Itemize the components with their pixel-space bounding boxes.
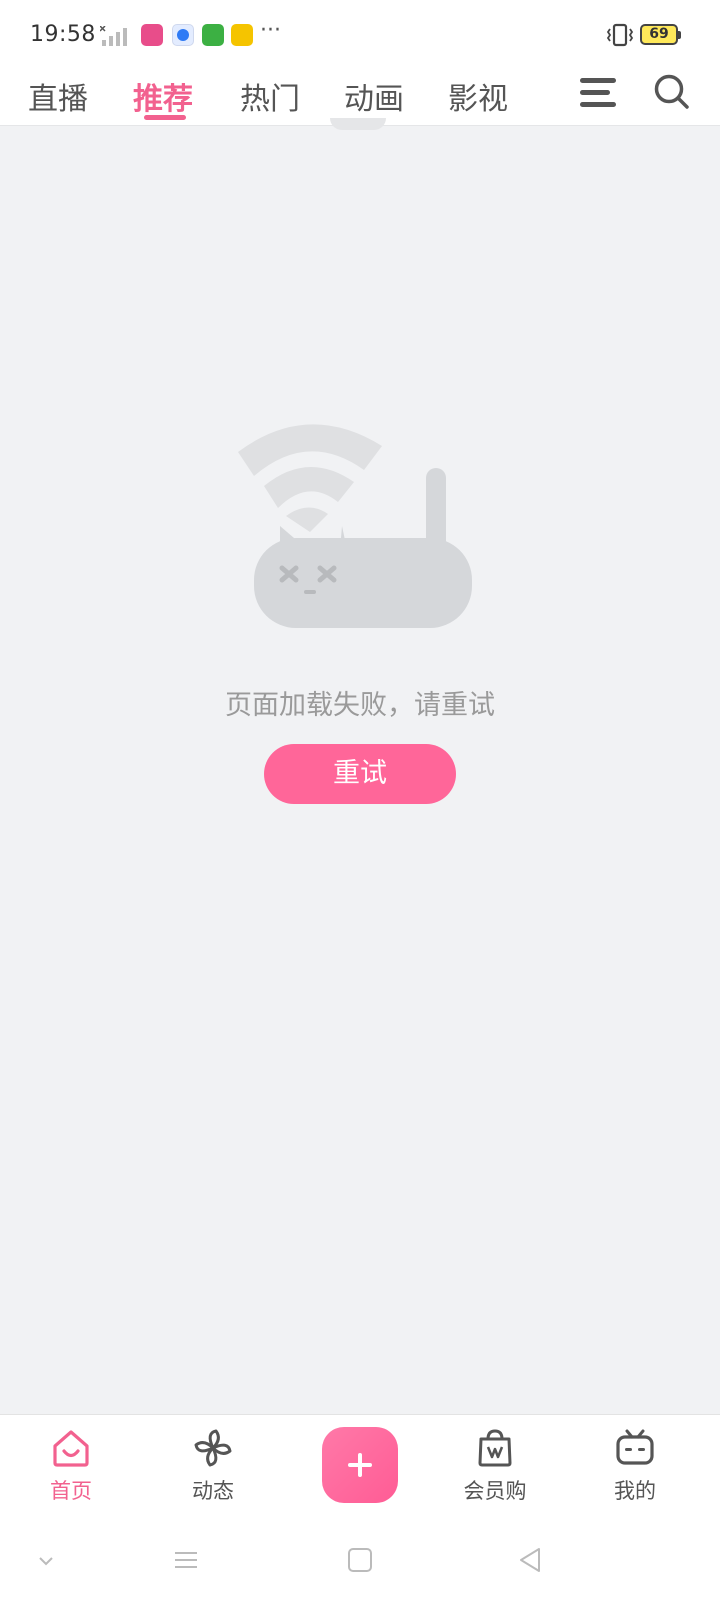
plus-icon-vertical — [358, 1453, 362, 1477]
bottom-tab-home-label: 首页 — [50, 1479, 92, 1503]
home-nav-icon[interactable] — [346, 1546, 374, 1574]
bottom-tab-mine-label: 我的 — [614, 1479, 656, 1503]
bottom-tab-dynamic-label: 动态 — [192, 1479, 234, 1503]
tab-hot[interactable]: 热门 — [240, 74, 300, 118]
shopping-app-icon — [202, 24, 224, 46]
vibrate-icon — [606, 23, 634, 47]
error-message: 页面加载失败，请重试 — [225, 690, 495, 721]
status-bar: 19:58 ··· 69 — [0, 0, 720, 64]
collapse-chevron-icon[interactable] — [32, 1546, 60, 1574]
active-tab-indicator — [144, 115, 186, 120]
shopping-bag-icon — [478, 1429, 512, 1467]
top-tab-bar: 直播 推荐 热门 动画 影视 — [0, 64, 720, 126]
tab-anime[interactable]: 动画 — [344, 74, 404, 118]
bottom-tab-dynamic[interactable]: 动态 — [158, 1415, 268, 1521]
tv-face-icon — [616, 1429, 654, 1465]
recents-menu-icon[interactable] — [172, 1546, 200, 1574]
browser-app-icon — [172, 24, 194, 46]
signal-icon — [100, 26, 127, 46]
bilibili-app-icon — [141, 24, 163, 46]
tab-live[interactable]: 直播 — [28, 74, 88, 118]
bottom-tab-home[interactable]: 首页 — [16, 1415, 126, 1521]
pinwheel-icon — [194, 1429, 232, 1467]
bottom-tab-vip-shop-label: 会员购 — [463, 1479, 527, 1503]
vip-app-icon — [231, 24, 253, 46]
post-button[interactable] — [322, 1427, 398, 1503]
bottom-tab-bar: 首页 动态 会员购 我的 — [0, 1414, 720, 1520]
more-notifications-icon: ··· — [260, 18, 281, 43]
bottom-tab-vip-shop[interactable]: 会员购 — [440, 1415, 550, 1521]
back-nav-icon[interactable] — [516, 1546, 544, 1574]
channel-menu-icon[interactable] — [576, 72, 620, 114]
bottom-tab-mine[interactable]: 我的 — [580, 1415, 690, 1521]
pull-refresh-indicator — [330, 118, 386, 130]
home-icon — [53, 1430, 89, 1467]
battery-level: 69 — [649, 26, 669, 42]
network-error-illustration — [238, 424, 472, 628]
status-time: 19:58 — [30, 22, 96, 47]
retry-button[interactable]: 重试 — [264, 744, 456, 804]
tab-movies[interactable]: 影视 — [448, 74, 508, 118]
tab-recommend[interactable]: 推荐 — [133, 74, 193, 118]
system-navigation-bar — [0, 1520, 720, 1600]
search-icon[interactable] — [652, 72, 692, 112]
battery-icon: 69 — [640, 24, 681, 45]
